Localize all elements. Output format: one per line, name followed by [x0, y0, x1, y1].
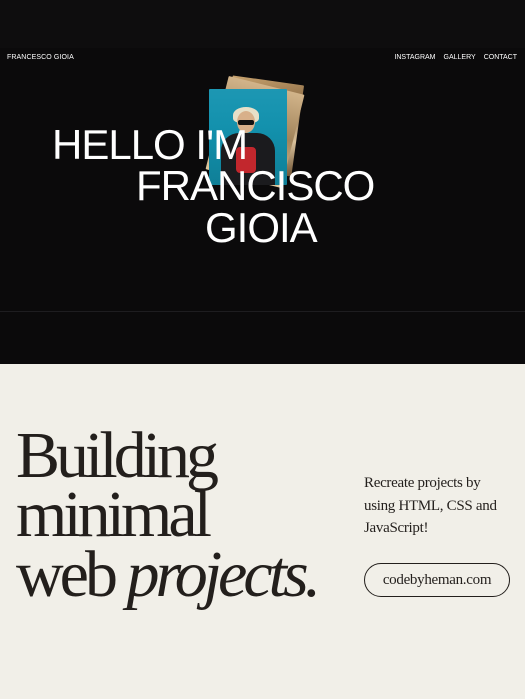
intro-description: Recreate projects by using HTML, CSS and…	[364, 475, 497, 536]
nav-gallery[interactable]: GALLERY	[444, 54, 476, 61]
section-divider	[0, 311, 525, 312]
hero-line-1: HELLO I'M	[52, 121, 248, 168]
hero-section: FRANCESCO GIOIA INSTAGRAM GALLERY CONTAC…	[0, 0, 525, 364]
heading-word-web: web	[16, 537, 118, 611]
heading-line-1: Building	[16, 419, 219, 492]
website-link-button[interactable]: codebyheman.com	[364, 563, 510, 597]
nav-contact[interactable]: CONTACT	[484, 54, 517, 61]
intro-heading: Building minimal web projects.	[16, 419, 321, 607]
site-brand[interactable]: FRANCESCO GIOIA	[7, 54, 74, 61]
nav-instagram[interactable]: INSTAGRAM	[394, 54, 435, 61]
top-band	[0, 0, 525, 48]
heading-word-projects: projects.	[126, 537, 321, 611]
intro-section: Building minimal web projects. Recreate …	[0, 364, 525, 699]
main-nav: INSTAGRAM GALLERY CONTACT	[394, 54, 517, 61]
hero-line-3: GIOIA	[205, 204, 318, 251]
heading-line-2: minimal	[16, 478, 212, 552]
hero-line-2: FRANCISCO	[136, 162, 375, 209]
heading-line-3: web projects.	[16, 541, 321, 607]
